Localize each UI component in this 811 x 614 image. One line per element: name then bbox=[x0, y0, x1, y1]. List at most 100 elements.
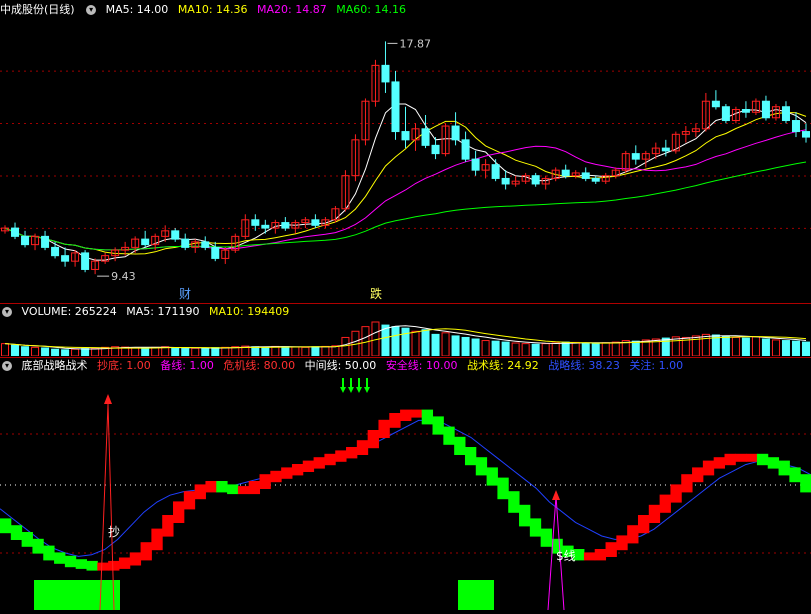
volume-bar bbox=[221, 346, 230, 356]
volume-bar bbox=[781, 340, 790, 356]
volume-bar bbox=[441, 332, 450, 356]
candle-body bbox=[181, 238, 190, 248]
tactics-block bbox=[389, 413, 401, 428]
candle-body bbox=[201, 241, 210, 248]
volume-bar bbox=[631, 340, 640, 356]
tactics-block bbox=[616, 535, 628, 551]
candle-body bbox=[261, 224, 270, 229]
candle-body bbox=[251, 219, 260, 226]
marker-die: 跌 bbox=[370, 286, 382, 301]
tactics-block bbox=[151, 528, 163, 551]
beixian-legend: 备线: 1.00 bbox=[160, 359, 214, 372]
tactics-block bbox=[270, 470, 282, 483]
ma60-legend: MA60: 14.16 bbox=[336, 3, 406, 16]
candle-body bbox=[501, 177, 510, 185]
volume-legend: VOLUME: 265224 bbox=[21, 305, 117, 318]
indicator-title[interactable]: 底部战略战术 bbox=[22, 359, 88, 372]
volume-bar bbox=[701, 333, 710, 356]
tactics-block bbox=[291, 464, 304, 476]
vol-ma10-legend: MA10: 194409 bbox=[208, 305, 290, 318]
tactics-block bbox=[594, 549, 607, 561]
tactics-block bbox=[356, 440, 369, 455]
tactics-block bbox=[118, 557, 131, 569]
tactics-block bbox=[302, 460, 315, 472]
tactics-block bbox=[789, 467, 801, 483]
volume-bar bbox=[301, 346, 310, 356]
tactics-block bbox=[464, 447, 477, 466]
indicator-chart[interactable]: 抄 $线 bbox=[0, 374, 811, 614]
candle-body bbox=[281, 222, 290, 229]
volume-bar bbox=[271, 345, 280, 356]
volume-bar bbox=[431, 333, 440, 356]
tactics-block bbox=[367, 430, 379, 449]
chevron-down-icon[interactable]: ▾ bbox=[2, 361, 12, 371]
volume-bar bbox=[491, 340, 500, 356]
candle-body bbox=[711, 100, 720, 108]
tactics-block bbox=[0, 518, 12, 534]
candle-body bbox=[721, 106, 730, 122]
tactics-block bbox=[637, 515, 650, 534]
candle-body bbox=[381, 64, 390, 83]
tactics-block bbox=[486, 467, 498, 486]
tactics-block bbox=[443, 426, 455, 445]
volume-bar bbox=[611, 341, 620, 356]
tactics-block bbox=[97, 562, 109, 571]
candle-body bbox=[591, 177, 600, 182]
chevron-down-icon[interactable]: ▾ bbox=[86, 5, 97, 15]
candle-body bbox=[61, 255, 70, 262]
tactics-block bbox=[129, 552, 142, 566]
volume-bar bbox=[331, 345, 340, 356]
price-chart[interactable]: 17.87 9.43 财 跌 bbox=[0, 18, 811, 302]
stock-title[interactable]: 中成股份(日线) bbox=[0, 3, 75, 16]
zhanlue-legend: 战略线: 38.23 bbox=[548, 359, 620, 372]
tactics-block bbox=[378, 419, 390, 438]
volume-bar bbox=[31, 346, 40, 356]
candle-body bbox=[401, 131, 410, 141]
volume-bar bbox=[201, 347, 210, 356]
candle-body bbox=[561, 169, 570, 177]
volume-bar bbox=[1, 343, 10, 356]
candle-body bbox=[741, 108, 750, 113]
candle-body bbox=[211, 246, 220, 259]
tactics-block bbox=[400, 409, 412, 421]
volume-bar bbox=[341, 336, 350, 356]
tactics-block bbox=[529, 518, 542, 537]
tactics-block bbox=[183, 491, 196, 510]
marker-cai: 财 bbox=[179, 287, 191, 301]
tactics-block bbox=[346, 447, 358, 459]
tactics-block bbox=[583, 552, 596, 561]
chevron-down-icon[interactable]: ▾ bbox=[2, 307, 12, 317]
chaodi-legend: 抄底: 1.00 bbox=[97, 359, 151, 372]
volume-bar bbox=[51, 348, 60, 356]
tactics-block bbox=[508, 491, 520, 513]
volume-bar bbox=[21, 346, 30, 356]
volume-bar bbox=[761, 338, 770, 356]
tactics-block bbox=[681, 474, 693, 493]
volume-chart[interactable] bbox=[0, 320, 811, 356]
tactics-block bbox=[724, 453, 736, 466]
bottom-zone bbox=[34, 580, 120, 610]
volume-bar bbox=[171, 347, 180, 356]
arrow-up-icon bbox=[552, 490, 560, 500]
tactics-block bbox=[64, 555, 77, 568]
candle-body bbox=[801, 131, 810, 138]
tactics-block bbox=[659, 494, 671, 513]
volume-bar bbox=[771, 339, 780, 356]
ma60-line bbox=[4, 161, 807, 251]
volume-bar bbox=[601, 342, 610, 356]
volume-bar bbox=[511, 342, 520, 356]
volume-bar bbox=[401, 327, 410, 356]
ma20-legend: MA20: 14.87 bbox=[257, 3, 327, 16]
volume-bar bbox=[211, 347, 220, 356]
volume-bar bbox=[521, 343, 530, 356]
ma10-legend: MA10: 14.36 bbox=[177, 3, 248, 16]
candle-body bbox=[51, 246, 60, 257]
volume-bar bbox=[671, 336, 680, 356]
tactics-block bbox=[767, 457, 780, 469]
ma5-legend: MA5: 14.00 bbox=[105, 3, 169, 16]
tactics-block bbox=[32, 538, 44, 554]
tactics-block bbox=[324, 453, 336, 466]
bottom-zone bbox=[458, 580, 494, 610]
volume-bar bbox=[261, 346, 270, 356]
candle-body bbox=[431, 144, 440, 155]
